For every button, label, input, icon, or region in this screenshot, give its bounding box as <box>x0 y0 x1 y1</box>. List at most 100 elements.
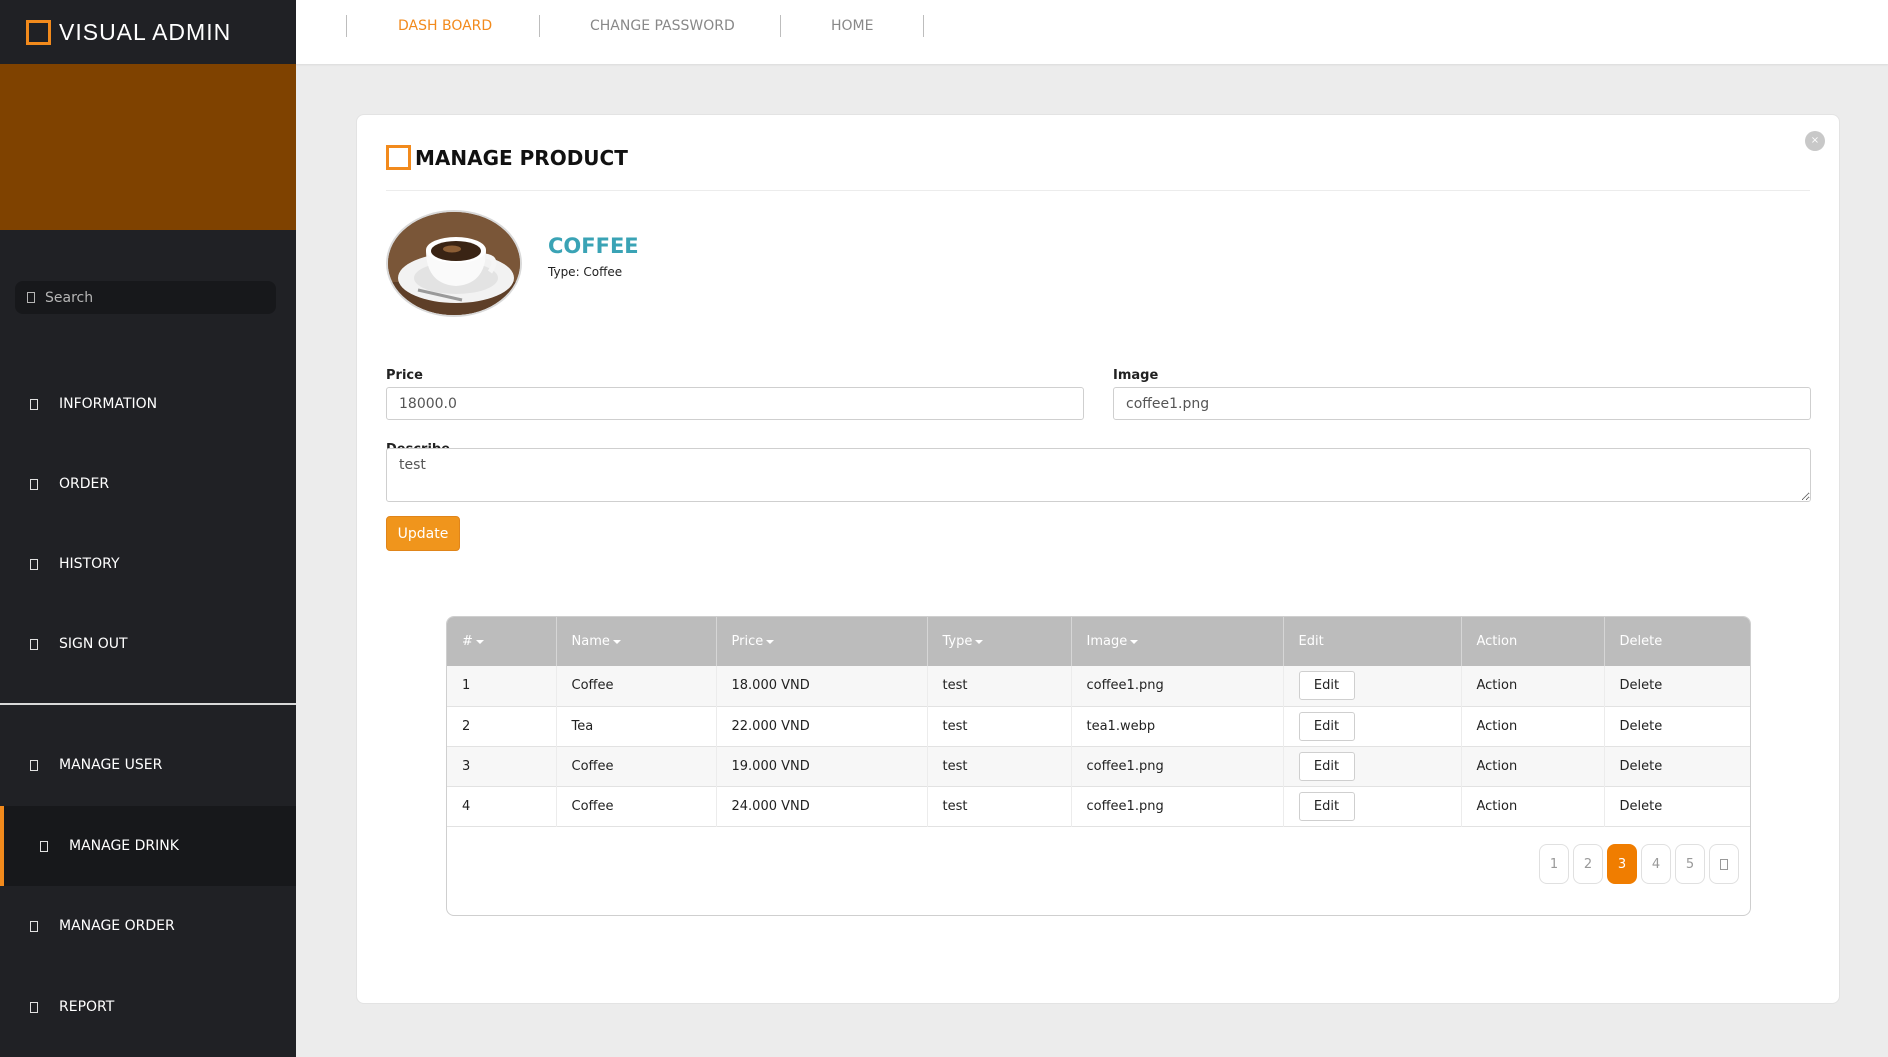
sidebar-item-report[interactable]: REPORT <box>0 967 296 1047</box>
sign-out-icon <box>30 638 38 650</box>
page-title: MANAGE PRODUCT <box>386 145 628 170</box>
column-header-name[interactable]: Name <box>556 617 717 666</box>
edit-button[interactable]: Edit <box>1298 751 1355 781</box>
sort-caret-icon <box>766 639 775 644</box>
manage-product-card: × MANAGE PRODUCT COFFEE Type: Coffee Pri… <box>356 114 1840 1004</box>
edit-button[interactable]: Edit <box>1298 711 1355 741</box>
product-type: Type: Coffee <box>548 265 623 279</box>
nav-change-password[interactable]: CHANGE PASSWORD <box>590 18 735 34</box>
sidebar-item-label: SIGN OUT <box>59 636 128 652</box>
price-label: Price <box>386 368 423 383</box>
sidebar-item-label: MANAGE USER <box>59 757 163 773</box>
column-header-price[interactable]: Price <box>716 617 928 666</box>
nav-separator <box>346 15 347 37</box>
cell-delete[interactable]: Delete <box>1604 706 1750 746</box>
cell-action[interactable]: Action <box>1461 786 1605 826</box>
cell-price: 22.000 VND <box>716 706 928 746</box>
cell-delete[interactable]: Delete <box>1604 746 1750 786</box>
cell-image: tea1.webp <box>1071 706 1284 746</box>
table-row: 2 Tea 22.000 VND test tea1.webp Edit Act… <box>447 706 1750 746</box>
column-header-action: Action <box>1461 617 1605 666</box>
header-label: Delete <box>1619 634 1663 649</box>
top-navbar: DASH BOARD CHANGE PASSWORD HOME <box>296 0 1888 64</box>
edit-button[interactable]: Edit <box>1298 671 1355 701</box>
sidebar: VISUAL ADMIN Search INFORMATION ORDER HI… <box>0 0 296 1057</box>
header-label: Image <box>1086 634 1128 649</box>
page-button-5[interactable]: 5 <box>1675 844 1705 884</box>
nav-dashboard[interactable]: DASH BOARD <box>398 18 492 34</box>
edit-button[interactable]: Edit <box>1298 791 1355 821</box>
next-page-icon[interactable] <box>1709 844 1739 884</box>
nav-separator <box>539 15 540 37</box>
header-label: Type <box>942 634 973 649</box>
update-button[interactable]: Update <box>386 516 460 551</box>
nav-home[interactable]: HOME <box>831 18 873 34</box>
brand-title: VISUAL ADMIN <box>59 18 232 45</box>
table-row: 3 Coffee 19.000 VND test coffee1.png Edi… <box>447 746 1750 786</box>
cell-name: Tea <box>556 706 717 746</box>
column-header-type[interactable]: Type <box>927 617 1072 666</box>
column-header-edit: Edit <box>1283 617 1462 666</box>
sidebar-item-label: MANAGE DRINK <box>69 838 179 854</box>
header-label: # <box>462 634 473 649</box>
sidebar-item-label: MANAGE ORDER <box>59 918 175 934</box>
page-button-1[interactable]: 1 <box>1539 844 1569 884</box>
cell-image: coffee1.png <box>1071 746 1284 786</box>
cell-name: Coffee <box>556 786 717 826</box>
sidebar-item-manage-user[interactable]: MANAGE USER <box>0 725 296 805</box>
cell-delete[interactable]: Delete <box>1604 666 1750 706</box>
sort-caret-icon <box>612 639 621 644</box>
product-name: COFFEE <box>548 234 639 258</box>
manage-user-icon <box>30 759 38 771</box>
profile-banner <box>0 64 296 230</box>
cell-price: 24.000 VND <box>716 786 928 826</box>
manage-order-icon <box>30 920 38 932</box>
close-icon[interactable]: × <box>1805 131 1825 151</box>
search-placeholder: Search <box>45 289 94 306</box>
search-input[interactable]: Search <box>15 281 276 314</box>
sidebar-divider <box>0 703 296 705</box>
cell-action[interactable]: Action <box>1461 706 1605 746</box>
column-header-number[interactable]: # <box>447 617 557 666</box>
cell-name: Coffee <box>556 746 717 786</box>
cell-image: coffee1.png <box>1071 786 1284 826</box>
cell-edit: Edit <box>1283 706 1462 746</box>
image-field[interactable] <box>1113 387 1811 420</box>
brand[interactable]: VISUAL ADMIN <box>0 0 296 64</box>
cell-price: 19.000 VND <box>716 746 928 786</box>
sidebar-item-information[interactable]: INFORMATION <box>0 364 296 444</box>
sidebar-item-manage-order[interactable]: MANAGE ORDER <box>0 886 296 966</box>
pagination: 1 2 3 4 5 <box>1539 844 1739 884</box>
product-image <box>386 210 522 317</box>
page-button-2[interactable]: 2 <box>1573 844 1603 884</box>
sidebar-item-order[interactable]: ORDER <box>0 444 296 524</box>
cell-action[interactable]: Action <box>1461 666 1605 706</box>
header-label: Price <box>731 634 764 649</box>
title-divider <box>386 190 1810 191</box>
cell-edit: Edit <box>1283 786 1462 826</box>
sidebar-item-history[interactable]: HISTORY <box>0 524 296 604</box>
sidebar-item-sign-out[interactable]: SIGN OUT <box>0 604 296 684</box>
page-title-text: MANAGE PRODUCT <box>415 145 628 170</box>
cell-edit: Edit <box>1283 746 1462 786</box>
sidebar-item-manage-drink[interactable]: MANAGE DRINK <box>0 806 296 886</box>
sidebar-item-label: REPORT <box>59 999 115 1015</box>
cell-action[interactable]: Action <box>1461 746 1605 786</box>
cell-delete[interactable]: Delete <box>1604 786 1750 826</box>
manage-drink-icon <box>40 840 48 852</box>
column-header-image[interactable]: Image <box>1071 617 1284 666</box>
price-field[interactable] <box>386 387 1084 420</box>
header-label: Name <box>571 634 610 649</box>
table-header-row: # Name Price Type Image Edit Action Dele… <box>447 617 1750 666</box>
page-button-3[interactable]: 3 <box>1607 844 1637 884</box>
describe-field[interactable]: test <box>386 448 1811 502</box>
page-button-4[interactable]: 4 <box>1641 844 1671 884</box>
report-icon <box>30 1001 38 1013</box>
sidebar-item-label: INFORMATION <box>59 396 158 412</box>
information-icon <box>30 398 38 410</box>
table-row: 4 Coffee 24.000 VND test coffee1.png Edi… <box>447 786 1750 826</box>
header-label: Edit <box>1298 634 1324 649</box>
cell-type: test <box>927 666 1072 706</box>
image-label: Image <box>1113 368 1159 383</box>
sort-caret-icon <box>475 639 484 644</box>
